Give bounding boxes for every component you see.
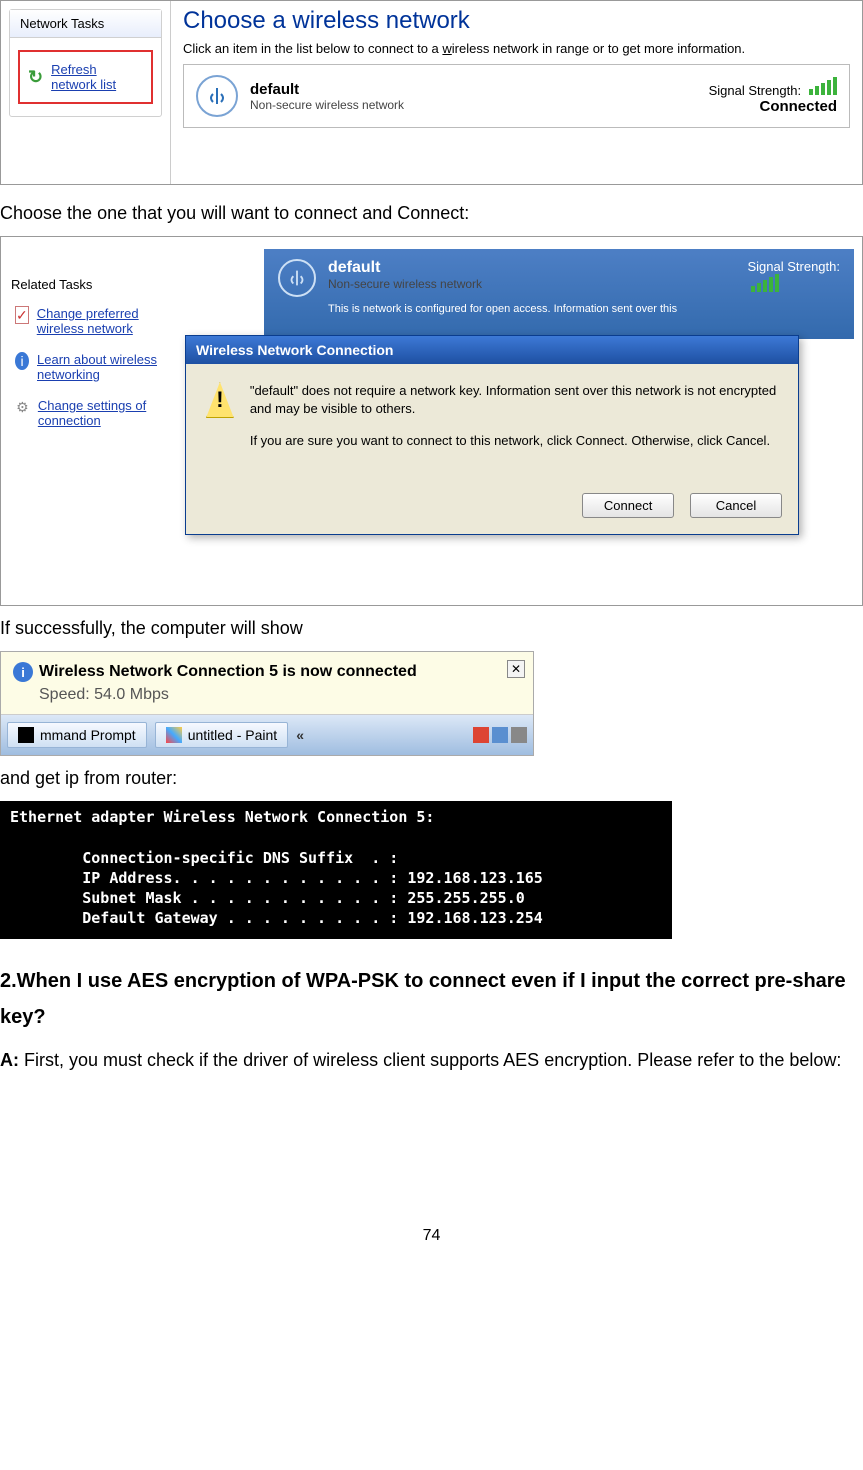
network-subtitle: Non-secure wireless network <box>250 98 404 112</box>
cmd-output: Ethernet adapter Wireless Network Connec… <box>0 801 672 939</box>
network-name: default <box>250 81 404 98</box>
paint-icon <box>166 727 182 743</box>
body-text-2: If successfully, the computer will show <box>0 618 863 639</box>
taskbar-item-paint[interactable]: untitled - Paint <box>155 722 289 748</box>
dialog-text-2: If you are sure you want to connect to t… <box>250 432 778 450</box>
link-learn-about[interactable]: i Learn about wireless networking <box>7 352 182 382</box>
choose-description: Click an item in the list below to conne… <box>183 41 850 56</box>
connect-button[interactable]: Connect <box>582 493 674 518</box>
selected-network-bar[interactable]: default Non-secure wireless network This… <box>264 249 854 339</box>
question-2-title: 2.When I use AES encryption of WPA-PSK t… <box>0 963 863 1035</box>
balloon-title-text: Wireless Network Connection 5 is now con… <box>39 663 417 681</box>
screenshot-choose-network: Network Tasks ↻ Refresh network list Cho… <box>0 0 863 185</box>
tray-network-icon[interactable] <box>492 727 508 743</box>
network-item-default[interactable]: default Non-secure wireless network Sign… <box>183 64 850 128</box>
refresh-network-list[interactable]: ↻ Refresh network list <box>18 50 153 104</box>
tray-icon[interactable] <box>473 727 489 743</box>
network-tasks-panel: Network Tasks ↻ Refresh network list <box>1 1 171 184</box>
dialog-title: Wireless Network Connection <box>186 336 798 364</box>
network-subtitle: Non-secure wireless network <box>328 277 677 291</box>
warning-icon: ! <box>206 382 234 418</box>
tray-icons <box>473 727 527 743</box>
signal-bars-icon <box>809 77 837 95</box>
link-change-preferred[interactable]: ✓ Change preferred wireless network <box>7 306 182 336</box>
choose-title: Choose a wireless network <box>183 7 850 35</box>
taskbar-item-cmd[interactable]: mmand Prompt <box>7 722 147 748</box>
body-text-1: Choose the one that you will want to con… <box>0 203 863 224</box>
connected-label: Connected <box>709 98 837 115</box>
signal-strength-label: Signal Strength: <box>709 83 802 98</box>
wireless-icon <box>196 75 238 117</box>
balloon-speed: Speed: 54.0 Mbps <box>39 686 521 704</box>
chevron-icon[interactable]: « <box>296 727 304 743</box>
tray-icon[interactable] <box>511 727 527 743</box>
screenshot-connect-dialog: Related Tasks ✓ Change preferred wireles… <box>0 236 863 606</box>
signal-bars-icon <box>751 274 779 292</box>
close-icon[interactable]: ✕ <box>507 660 525 678</box>
cmd-icon <box>18 727 34 743</box>
page-number: 74 <box>0 1227 863 1245</box>
signal-strength-label: Signal Strength: <box>747 259 840 274</box>
network-tasks-header: Network Tasks <box>10 10 161 38</box>
info-icon: i <box>15 352 29 370</box>
connection-warning-dialog: Wireless Network Connection ! "default" … <box>185 335 799 535</box>
screenshot-connected-balloon: i Wireless Network Connection 5 is now c… <box>0 651 534 756</box>
check-icon: ✓ <box>15 306 29 324</box>
dialog-text-1: "default" does not require a network key… <box>250 382 778 418</box>
info-icon: i <box>13 662 33 682</box>
network-name: default <box>328 259 677 277</box>
link-change-settings[interactable]: ⚙ Change settings of connection <box>7 398 182 428</box>
refresh-link-label: Refresh network list <box>51 62 116 92</box>
answer-2-text: A: First, you must check if the driver o… <box>0 1043 863 1077</box>
gear-icon: ⚙ <box>15 398 30 416</box>
related-tasks-header: Related Tasks <box>7 277 182 292</box>
network-info: This is network is configured for open a… <box>328 303 677 315</box>
notification-balloon: i Wireless Network Connection 5 is now c… <box>1 652 533 715</box>
cancel-button[interactable]: Cancel <box>690 493 782 518</box>
taskbar: mmand Prompt untitled - Paint « <box>1 715 533 755</box>
refresh-icon: ↻ <box>28 67 43 88</box>
body-text-3: and get ip from router: <box>0 768 863 789</box>
wireless-icon <box>278 259 316 297</box>
